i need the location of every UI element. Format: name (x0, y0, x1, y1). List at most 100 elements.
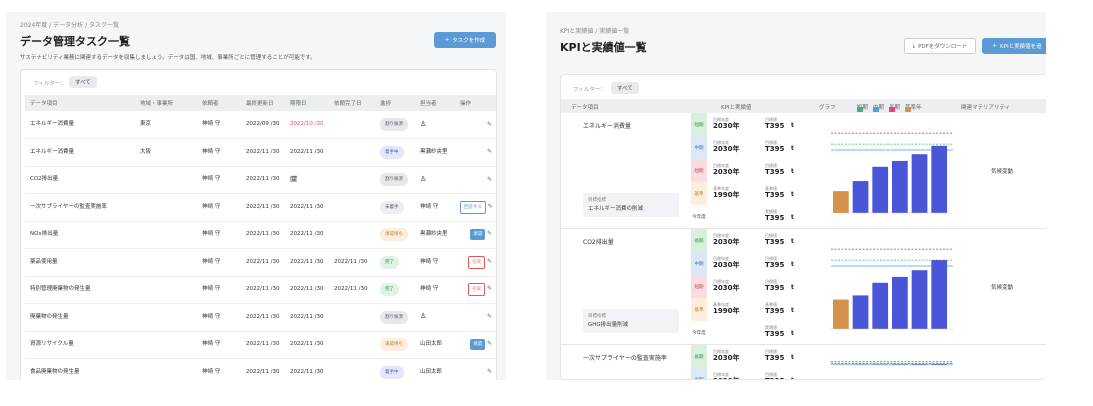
row-action-button[interactable]: 引戻 (468, 283, 486, 297)
cell-value: T395 (765, 238, 785, 246)
calendar-icon[interactable]: 🗓︎ (290, 176, 298, 183)
due-date: 2022/11 /30 (290, 286, 324, 293)
edit-icon[interactable]: ✎ (487, 340, 492, 347)
goal-box: 目標指標 GHG排出量削減 (583, 309, 679, 333)
cell-value: T395 (765, 284, 785, 292)
add-kpi-label: KPIと実績値を追 (1000, 44, 1042, 50)
cell-item: CO2排出量 (25, 166, 135, 194)
cell-actions: 回答する ✎ (455, 193, 496, 222)
chart-bar (872, 282, 889, 329)
cell-region (135, 358, 197, 380)
edit-icon[interactable]: ✎ (487, 313, 492, 320)
table-row[interactable]: 資源リサイクル量 神崎 守 2022/11 /30 2022/11 /30 承認待ち 山田… (25, 331, 496, 359)
table-row[interactable]: 特別管理廃棄物の発生量 神崎 守 2022/11 /30 2022/11 /30 202… (25, 276, 496, 304)
edit-icon[interactable]: ✎ (487, 368, 492, 375)
cell-requester: 神崎 守 (197, 221, 241, 249)
status-badge: 割り振済 (380, 173, 408, 187)
create-task-button[interactable]: + タスクを作成 (434, 32, 496, 48)
kpi-panel: KPIと実績値 / 実績値一覧 KPIと実績値一覧 ⤓ PDFをダウンロード +… (546, 12, 1046, 380)
col-materiality: 関連マテリアリティ (961, 105, 1011, 111)
column-header: 地域・事業所 (135, 95, 197, 111)
breadcrumb-analysis[interactable]: データ分析 (53, 22, 83, 29)
table-row[interactable]: エネルギー消費量 東京 神崎 守 2022/09 /30 2022/10 /30 割り振済… (25, 111, 496, 139)
edit-icon[interactable]: ✎ (487, 121, 492, 128)
assignee-name: 黒瀬紗央里 (420, 148, 448, 155)
edit-icon[interactable]: ✎ (487, 176, 492, 183)
cell-updated: 2022/11 /30 (241, 193, 285, 222)
target-value-cell: 目標値T395 (765, 163, 784, 177)
horizon-tag: 長期 (691, 345, 707, 368)
table-row[interactable]: 廃棄物の発生量 神崎 守 2022/11 /30 2022/11 /30 割り振済 ♙ ✎ (25, 303, 496, 332)
table-row[interactable]: CO2排出量 神崎 守 2022/11 /30 🗓︎ 割り振済 ♙ ✎ (25, 166, 496, 194)
cell-assignee: ♙ (415, 166, 455, 194)
breadcrumb-year[interactable]: 2024年度 (20, 22, 47, 29)
table-row[interactable]: エネルギー消費量 大阪 神崎 守 2022/11 /30 2022/11 /30 着手中黒… (25, 138, 496, 167)
cell-item: NOx排出量 (25, 221, 135, 249)
download-pdf-button[interactable]: ⤓ PDFをダウンロード (904, 38, 976, 54)
filter-label: フィルター： (573, 87, 606, 93)
table-row[interactable]: 食品廃棄物の発生量 神崎 守 2022/11 /30 2022/11 /30 着手中 山田… (25, 358, 496, 380)
due-date: 2022/11 /30 (290, 148, 324, 155)
add-kpi-button[interactable]: + KPIと実績値を追 (982, 38, 1046, 54)
cell-requester: 神崎 守 (197, 276, 241, 304)
table-row[interactable]: 一次サプライヤーの監査実施率 神崎 守 2022/11 /30 2022/11 /30… (25, 193, 496, 222)
cell-requester: 神崎 守 (197, 303, 241, 332)
chart-bar (852, 295, 869, 329)
cell-done (329, 303, 375, 332)
breadcrumb: 2024年度 / データ分析 / タスク一覧 (20, 20, 119, 29)
row-action-button[interactable]: 承認 (470, 339, 486, 351)
cell-value: T395 (765, 307, 785, 315)
edit-icon[interactable]: ✎ (488, 203, 493, 210)
edit-icon[interactable]: ✎ (487, 230, 492, 237)
cell-due: 2022/11 /30 (285, 138, 329, 167)
cell-region (135, 166, 197, 194)
status-badge: 承認待ち (380, 338, 408, 352)
cell-region (135, 331, 197, 359)
cell-status: 割り振済 (375, 111, 415, 139)
cell-due: 2022/11 /30 (285, 331, 329, 359)
cell-actions: ✎ (455, 138, 496, 167)
row-action-button[interactable]: 回答する (460, 200, 486, 214)
cell-due: 2022/11 /30 (285, 303, 329, 332)
cell-value: 2030年 (713, 145, 740, 153)
status-badge: 完了 (380, 255, 399, 269)
cell-region (135, 221, 197, 249)
due-date: 2022/11 /30 (290, 368, 324, 375)
task-table: データ項目 地域・事業所 依頼者 最終更新日 期限日 依頼完了日 進捗 担当者 操作 エネルギー… (25, 95, 496, 380)
assignee-name: 山田太郎 (420, 368, 443, 375)
target-value-cell: 基準値 T395 (765, 302, 784, 316)
cell-updated: 2022/11 /30 (241, 303, 285, 332)
row-action-button[interactable]: 引戻 (468, 255, 486, 269)
kpi-item-name[interactable]: CO2排出量 (583, 237, 614, 246)
edit-icon[interactable]: ✎ (487, 285, 492, 292)
cell-requester: 神崎 守 (197, 166, 241, 194)
column-header: 依頼完了日 (329, 95, 375, 111)
table-row[interactable]: NOx排出量 神崎 守 2022/11 /30 2022/11 /30 承認待ち 黒瀬紗央… (25, 221, 496, 249)
person-icon[interactable]: ♙ (420, 120, 426, 128)
breadcrumb-kpi[interactable]: KPIと実績値 (560, 28, 593, 35)
cell-done (329, 193, 375, 222)
filter-chip-all[interactable]: すべて (69, 76, 97, 88)
unit-label: t (791, 284, 794, 291)
task-table-card: フィルター： すべて データ項目 地域・事業所 依頼者 最終更新日 期限日 依頼完了日 進捗… (20, 69, 497, 380)
table-row[interactable]: 薬品使用量 神崎 守 2022/11 /30 2022/11 /30 2022/11 /… (25, 248, 496, 277)
unit-label: t (791, 145, 794, 152)
kpi-item-name[interactable]: エネルギー消費量 (583, 121, 631, 130)
goal-box: 目標指標 エネルギー消費の削減 (583, 193, 679, 217)
filter-chip-all[interactable]: すべて (611, 82, 639, 94)
chart-bar (833, 191, 849, 213)
cell-region (135, 276, 197, 304)
kpi-item-name[interactable]: 一次サプライヤーの監査実施率 (583, 353, 667, 362)
person-icon[interactable]: ♙ (420, 312, 426, 320)
cell-value: T395 (765, 191, 785, 199)
goal-label: 目標指標 (588, 198, 606, 203)
cell-item: エネルギー消費量 (25, 138, 135, 167)
target-value-cell: 実績値 T395 (765, 209, 784, 223)
person-icon[interactable]: ♙ (420, 175, 426, 183)
edit-icon[interactable]: ✎ (487, 258, 492, 265)
cell-status: 着手中 (375, 358, 415, 380)
row-action-button[interactable]: 承認 (470, 229, 486, 241)
cell-value: T395 (765, 261, 785, 269)
col-item: データ項目 (571, 105, 599, 111)
edit-icon[interactable]: ✎ (487, 148, 492, 155)
